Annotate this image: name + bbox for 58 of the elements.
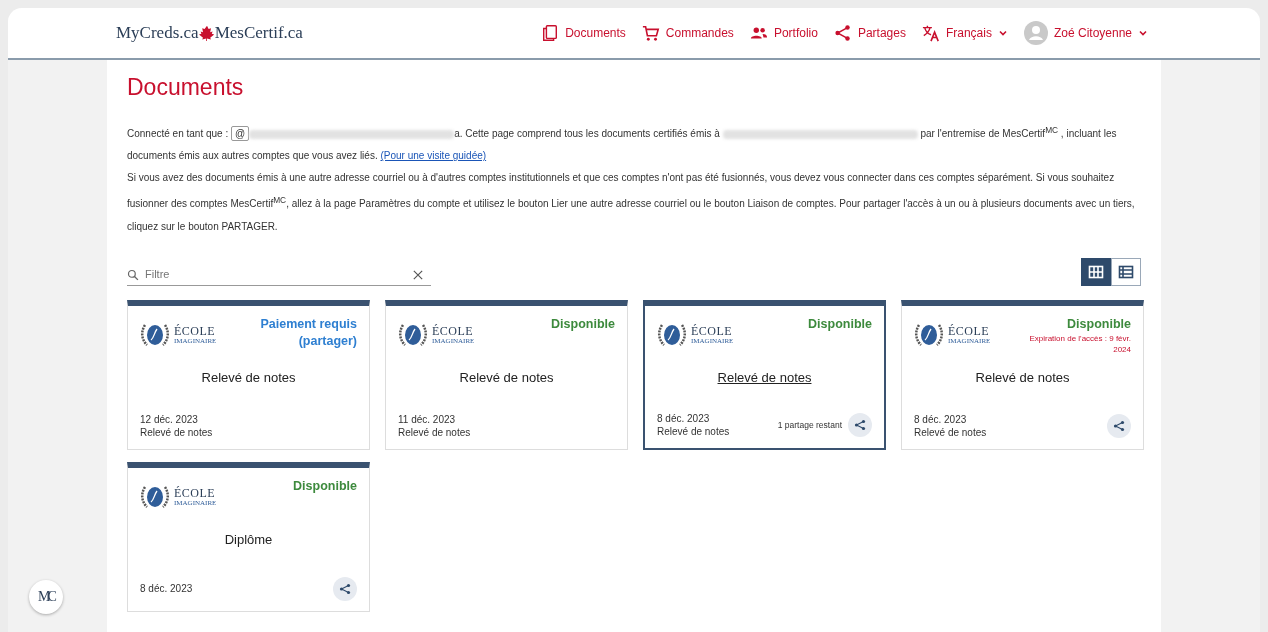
school-name: ÉCOLE [691,324,734,337]
document-type: Relevé de notes [657,424,730,438]
avatar-icon [1023,21,1048,45]
school-name: ÉCOLE [432,324,475,337]
translate-icon [921,24,940,42]
issue-date: 11 déc. 2023 [398,412,457,426]
share-button[interactable] [1107,413,1131,438]
clear-icon[interactable] [413,269,423,280]
share-icon [833,24,852,42]
nav-link[interactable]: Commandes [641,24,734,42]
intro-text: Connecté en tant que : @ a. Cette page comprend tous les documents certifiés émis à par l'entremise de MesCertif$^{MC}$ , incluant les documents émis aux autres comptes que vous avez liés. (Pour une visite guidée) [127,124,1118,164]
issue-date: 8 déc. 2023 [914,412,968,426]
nav-link[interactable]: Portfolio [749,24,818,42]
list-icon [1118,263,1134,280]
share-icon [1113,419,1125,432]
issue-date: 12 déc. 2023 [140,412,199,426]
document-title[interactable]: Relevé de notes [398,369,615,385]
chevron-down-icon [1138,28,1148,38]
nav-link[interactable]: Partages [833,24,906,42]
guided-tour-link[interactable]: (Pour une visite guidée) [380,150,487,162]
info-paragraph: Si vous avez des documents émis à une autre adresse courriel ou à d'autres comptes institutionnels et que ces comptes n'ont pas été fusionnés, vous devez vous connecter dans ces comptes séparément. Si vous souhaitez fusionner des comptes MesCertif$^{MC}$, allez à la page Paramètres du compte et utilisez le bouton Lier une autre adresse courriel ou le bouton Liaison de comptes. Pour partager l'accès à un ou à plusieurs documents avec un tiers, cliquez sur le bouton PARTAGER. [127,171,1136,234]
list-view-button[interactable] [1111,257,1141,286]
document-title[interactable]: Relevé de notes [914,369,1131,385]
documents-icon [541,24,560,42]
nav-link[interactable]: Documents [541,24,626,42]
search-icon [127,268,139,281]
language-menu[interactable]: Français [921,24,1008,42]
status-label: Disponible [1067,315,1131,333]
school-name: ÉCOLE [174,324,217,337]
expiry-text: Expiration de l'accès : 9 févr. 2024 [1028,332,1131,355]
share-icon [339,582,351,595]
shares-remaining: 1 partage restant [777,419,842,430]
school-name: ÉCOLE [174,486,217,499]
status-label: Disponible [808,315,872,333]
share-button[interactable] [333,576,357,601]
document-title[interactable]: Relevé de notes [140,369,357,385]
document-title[interactable]: Relevé de notes [657,369,872,385]
mc-logo[interactable]: MC [29,580,63,614]
status-label: Disponible [293,477,357,495]
page-title: Documents [127,74,245,101]
document-type: Relevé de notes [914,425,987,439]
user-menu[interactable]: Zoé Citoyenne [1023,21,1148,45]
issue-date: 8 déc. 2023 [140,582,193,596]
document-type: Relevé de notes [140,425,213,439]
status-label: Disponible [551,315,615,333]
document-type: Relevé de notes [398,425,471,439]
share-icon [854,418,866,431]
chevron-down-icon [997,28,1008,38]
cart-icon [641,24,660,42]
status-label: Paiement requis (partager) [259,315,357,350]
email-field: @ [230,126,250,142]
grid-icon [1088,263,1104,280]
share-button[interactable] [848,412,872,437]
issue-date: 8 déc. 2023 [657,411,711,425]
document-title[interactable]: Diplôme [140,531,357,547]
brand-logo[interactable]: MyCreds.ca MesCertif.ca [116,23,303,43]
school-name: ÉCOLE [948,324,991,337]
grid-view-button[interactable] [1081,257,1111,286]
